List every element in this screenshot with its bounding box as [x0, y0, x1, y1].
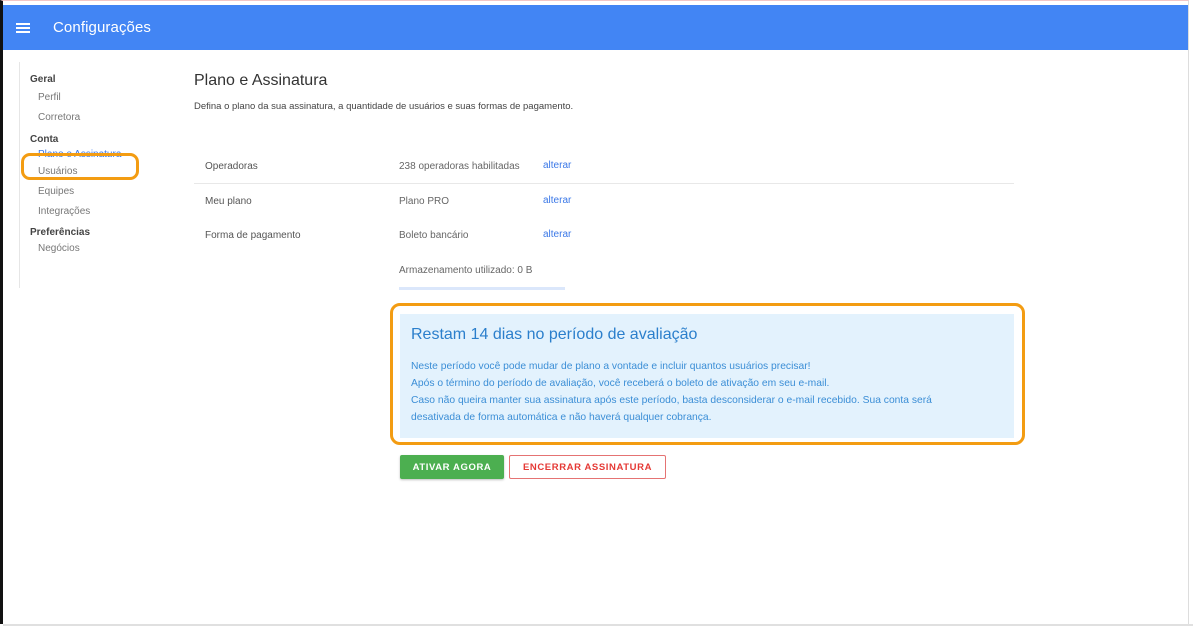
- hamburger-menu-icon[interactable]: [16, 22, 30, 33]
- sidebar-group-preferencias: Preferências: [30, 227, 91, 238]
- storage-usage-label: Armazenamento utilizado: 0 B: [399, 265, 533, 276]
- top-app-bar: Configurações: [3, 5, 1188, 50]
- cancel-subscription-button[interactable]: ENCERRAR ASSINATURA: [509, 455, 666, 479]
- row-label: Forma de pagamento: [205, 230, 301, 241]
- trial-notice: Restam 14 dias no período de avaliação N…: [400, 314, 1014, 438]
- row-value: 238 operadoras habilitadas: [399, 161, 520, 172]
- row-label: Operadoras: [205, 161, 258, 172]
- active-item-highlight: [21, 153, 139, 180]
- activate-now-button[interactable]: ATIVAR AGORA: [400, 455, 504, 479]
- trial-notice-line: Caso não queira manter sua assinatura ap…: [411, 395, 932, 406]
- sidebar-item-negocios[interactable]: Negócios: [38, 239, 140, 259]
- page-title: Plano e Assinatura: [194, 72, 328, 89]
- trial-notice-title: Restam 14 dias no período de avaliação: [411, 326, 698, 343]
- sidebar-group-conta: Conta: [30, 134, 59, 145]
- settings-sidebar: Geral Perfil Corretora Conta Plano e Ass…: [19, 62, 140, 288]
- trial-notice-line: Neste período você pode mudar de plano a…: [411, 361, 811, 372]
- sidebar-item-perfil[interactable]: Perfil: [38, 88, 140, 108]
- row-value: Boleto bancário: [399, 230, 469, 241]
- plan-settings-table: Operadoras 238 operadoras habilitadas al…: [194, 149, 1014, 252]
- storage-progress-bar: [399, 287, 565, 290]
- sidebar-item-integracoes[interactable]: Integrações: [38, 202, 140, 222]
- alterar-operadoras-link[interactable]: alterar: [543, 160, 571, 171]
- settings-row-forma-de-pagamento: Forma de pagamento Boleto bancário alter…: [194, 218, 1014, 252]
- row-value: Plano PRO: [399, 196, 450, 207]
- sidebar-item-corretora[interactable]: Corretora: [38, 108, 140, 128]
- trial-notice-line: desativada de forma automática e não hav…: [411, 412, 712, 423]
- alterar-plano-link[interactable]: alterar: [543, 195, 571, 206]
- row-label: Meu plano: [205, 196, 252, 207]
- app-title: Configurações: [53, 19, 152, 36]
- alterar-pagamento-link[interactable]: alterar: [543, 229, 571, 240]
- sidebar-item-equipes[interactable]: Equipes: [38, 182, 140, 202]
- sidebar-group-geral: Geral: [30, 74, 56, 85]
- main-content: Plano e Assinatura Defina o plano da sua…: [194, 72, 1025, 479]
- settings-row-operadoras: Operadoras 238 operadoras habilitadas al…: [194, 149, 1014, 184]
- trial-notice-line: Após o término do período de avaliação, …: [411, 378, 830, 389]
- page-description: Defina o plano da sua assinatura, a quan…: [194, 101, 574, 112]
- settings-row-meu-plano: Meu plano Plano PRO alterar: [194, 184, 1014, 218]
